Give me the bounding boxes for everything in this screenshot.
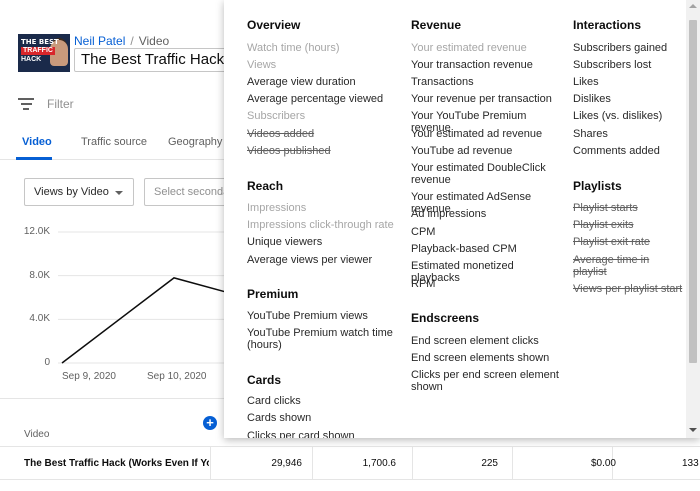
breadcrumb: Neil Patel / Video <box>74 34 170 48</box>
y-tick-label: 4.0K <box>29 313 50 325</box>
menu-item-overview-6[interactable]: Videos published <box>247 145 397 157</box>
menu-section-revenue: Revenue <box>411 18 462 32</box>
menu-item-overview-1[interactable]: Views <box>247 59 397 71</box>
menu-item-reach-0[interactable]: Impressions <box>247 202 397 214</box>
menu-item-reach-2[interactable]: Unique viewers <box>247 236 397 248</box>
tab-traffic-source[interactable]: Traffic source <box>81 136 147 148</box>
row-video-title[interactable]: The Best Traffic Hack (Works Even If You… <box>24 458 209 469</box>
menu-item-revenue-13[interactable]: RPM <box>411 278 561 290</box>
menu-item-overview-5[interactable]: Videos added <box>247 128 397 140</box>
menu-item-overview-3[interactable]: Average percentage viewed <box>247 93 397 105</box>
video-title-selector[interactable]: The Best Traffic Hack ( <box>74 48 234 72</box>
menu-item-playlists-1[interactable]: Playlist exits <box>573 219 683 231</box>
menu-section-interactions: Interactions <box>573 18 642 32</box>
y-tick-label: 8.0K <box>29 269 50 281</box>
menu-item-interactions-2[interactable]: Likes <box>573 76 683 88</box>
column-header-video[interactable]: Video <box>24 429 49 440</box>
menu-item-overview-2[interactable]: Average view duration <box>247 76 397 88</box>
menu-item-playlists-4[interactable]: Views per playlist start <box>573 283 683 295</box>
add-column-icon[interactable]: + <box>203 416 217 430</box>
menu-item-revenue-1[interactable]: Your transaction revenue <box>411 59 561 71</box>
scroll-down-icon[interactable] <box>689 428 697 432</box>
x-tick-label: Sep 9, 2020 <box>62 371 116 382</box>
menu-section-overview: Overview <box>247 18 301 32</box>
x-tick-label: Sep 10, 2020 <box>147 371 207 382</box>
menu-item-revenue-10[interactable]: CPM <box>411 226 561 238</box>
menu-item-reach-3[interactable]: Average views per viewer <box>247 254 397 266</box>
menu-item-revenue-7[interactable]: Your estimated DoubleClick revenue <box>411 162 561 186</box>
y-tick-label: 12.0K <box>23 226 50 237</box>
active-tab-indicator <box>16 157 52 160</box>
menu-item-cards-1[interactable]: Cards shown <box>247 412 397 424</box>
menu-item-interactions-1[interactable]: Subscribers lost <box>573 59 683 71</box>
menu-item-revenue-0[interactable]: Your estimated revenue <box>411 42 561 54</box>
views-series-line <box>61 277 230 364</box>
menu-item-overview-4[interactable]: Subscribers <box>247 110 397 122</box>
metric-dropdown[interactable]: Views by Video <box>24 178 134 206</box>
menu-item-endscreens-2[interactable]: Clicks per end screen element shown <box>411 369 561 393</box>
metrics-picker-menu: Overview Watch time (hours) Views Average v… <box>224 0 700 438</box>
menu-item-cards-2[interactable]: Clicks per card shown <box>247 430 397 438</box>
menu-item-reach-1[interactable]: Impressions click-through rate <box>247 219 397 231</box>
row-value-3: 225 <box>481 458 498 469</box>
menu-item-premium-0[interactable]: YouTube Premium views <box>247 310 397 322</box>
menu-item-overview-0[interactable]: Watch time (hours) <box>247 42 397 54</box>
menu-item-endscreens-1[interactable]: End screen elements shown <box>411 352 561 364</box>
y-tick-label: 0 <box>44 357 50 368</box>
menu-section-endscreens: Endscreens <box>411 311 480 325</box>
menu-item-interactions-5[interactable]: Shares <box>573 128 683 140</box>
menu-item-playlists-3[interactable]: Average time in playlist <box>573 254 683 278</box>
menu-scrollbar-thumb[interactable] <box>689 20 697 363</box>
menu-item-playlists-2[interactable]: Playlist exit rate <box>573 236 683 248</box>
menu-item-interactions-0[interactable]: Subscribers gained <box>573 42 683 54</box>
menu-item-premium-1[interactable]: YouTube Premium watch time (hours) <box>247 327 397 351</box>
menu-section-premium: Premium <box>247 287 299 301</box>
breadcrumb-page: Video <box>138 34 170 48</box>
menu-item-interactions-3[interactable]: Dislikes <box>573 93 683 105</box>
menu-item-interactions-4[interactable]: Likes (vs. dislikes) <box>573 110 683 122</box>
menu-item-revenue-5[interactable]: Your estimated ad revenue <box>411 128 561 140</box>
menu-item-cards-0[interactable]: Card clicks <box>247 395 397 407</box>
menu-item-revenue-2[interactable]: Transactions <box>411 76 561 88</box>
breadcrumb-channel-link[interactable]: Neil Patel <box>74 34 125 48</box>
tab-video[interactable]: Video <box>22 136 52 148</box>
secondary-metric-dropdown[interactable]: Select secondary <box>144 178 234 206</box>
menu-item-playlists-0[interactable]: Playlist starts <box>573 202 683 214</box>
row-value-watch-time: 1,700.6 <box>362 458 396 469</box>
menu-item-endscreens-0[interactable]: End screen element clicks <box>411 335 561 347</box>
menu-section-cards: Cards <box>247 373 282 387</box>
menu-item-revenue-6[interactable]: YouTube ad revenue <box>411 145 561 157</box>
tab-geography[interactable]: Geography <box>168 136 222 148</box>
video-thumbnail[interactable]: THE BEST TRAFFIC HACK <box>18 34 70 72</box>
menu-section-playlists: Playlists <box>573 179 622 193</box>
filter-bar <box>0 86 230 124</box>
filter-input[interactable]: Filter <box>47 97 74 111</box>
menu-item-revenue-9[interactable]: Ad impressions <box>411 208 561 220</box>
row-value-views: 29,946 <box>271 458 302 469</box>
menu-item-revenue-3[interactable]: Your revenue per transaction <box>411 93 561 105</box>
chevron-down-icon <box>115 191 123 195</box>
filter-icon[interactable] <box>18 98 34 110</box>
menu-item-interactions-6[interactable]: Comments added <box>573 145 683 157</box>
row-value-5: 133 <box>682 458 699 469</box>
menu-section-reach: Reach <box>247 179 284 193</box>
menu-item-revenue-11[interactable]: Playback-based CPM <box>411 243 561 255</box>
row-value-revenue: $0.00 <box>590 458 616 469</box>
scroll-up-icon[interactable] <box>689 4 697 8</box>
